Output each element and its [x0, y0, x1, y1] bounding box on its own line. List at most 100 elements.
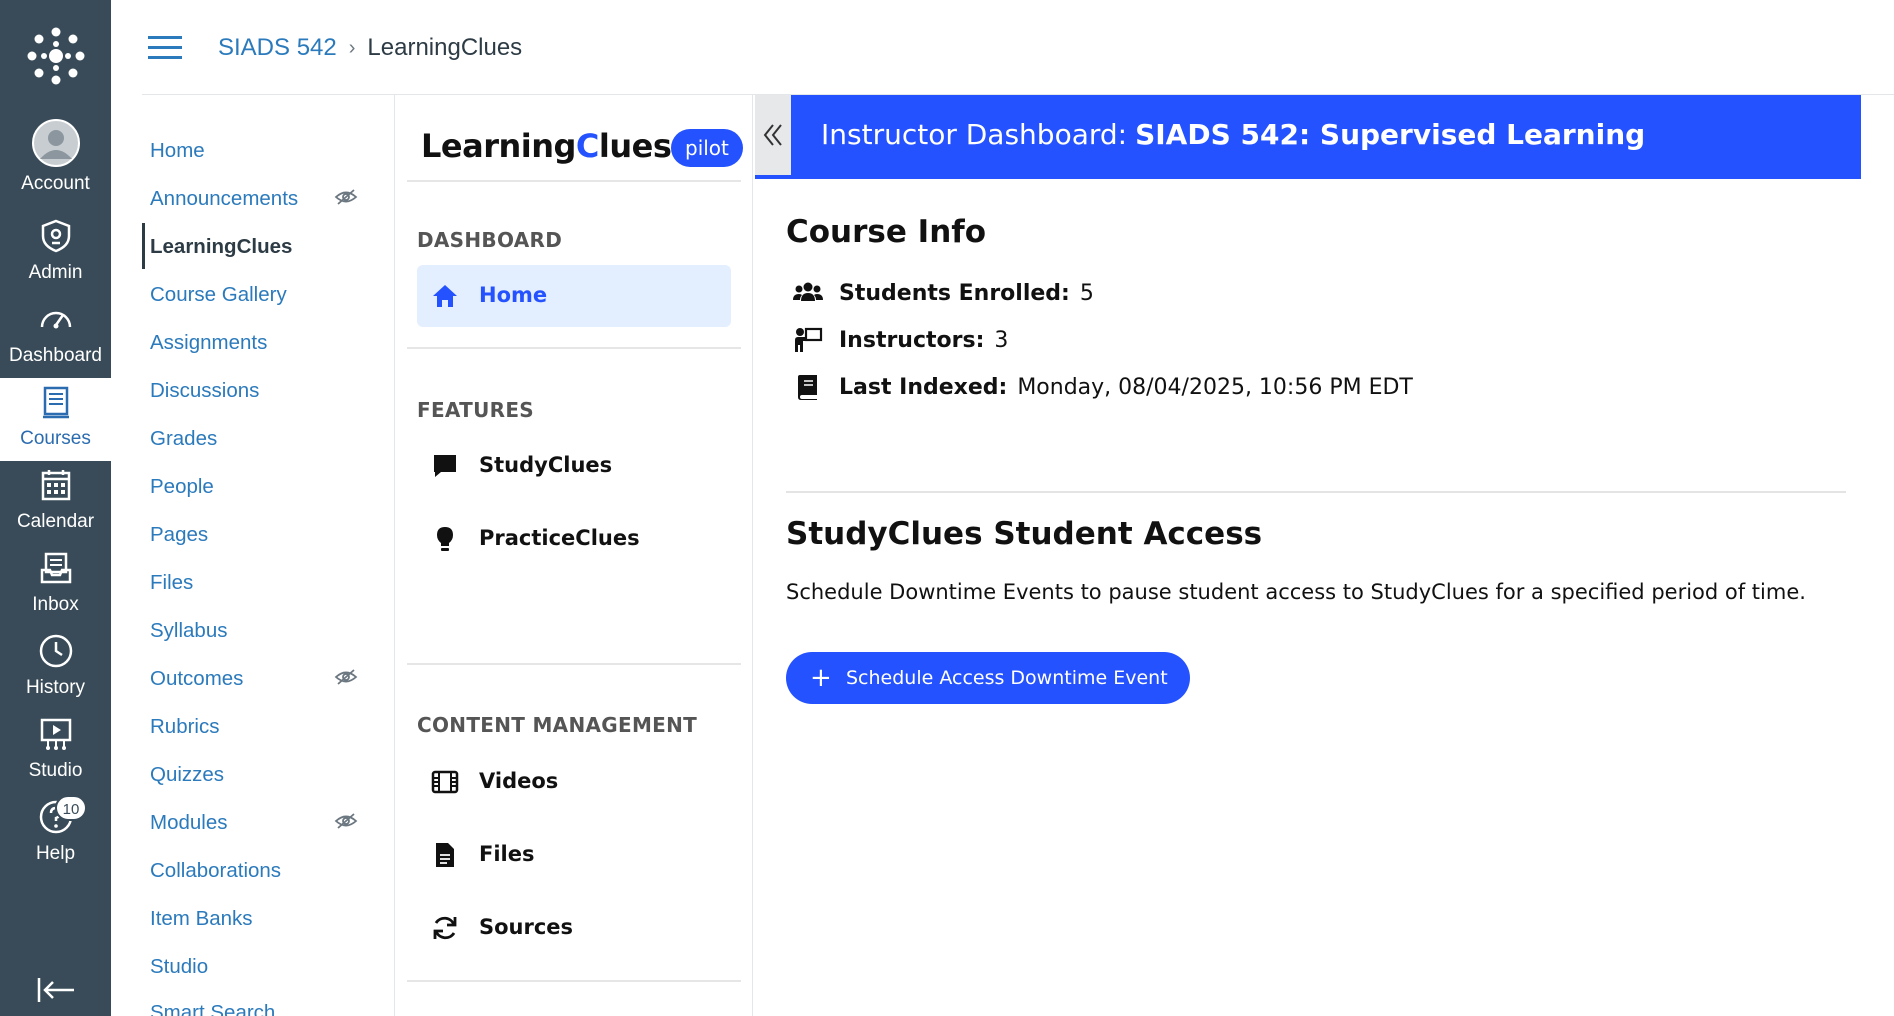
course-nav-assignments[interactable]: Assignments: [150, 331, 267, 355]
instructors-row: Instructors: 3: [793, 323, 1008, 357]
global-nav-help[interactable]: 10 Help: [0, 793, 111, 876]
global-nav-label: Calendar: [16, 511, 95, 532]
double-chevron-left-icon: [763, 124, 782, 146]
admin-shield-icon: [41, 219, 71, 253]
last-indexed-value: Monday, 08/04/2025, 10:56 PM EDT: [1017, 374, 1413, 400]
sidebar-item-files[interactable]: Files: [417, 824, 731, 886]
chalkboard-teacher-icon: [795, 327, 823, 352]
learningclues-sidebar: LearningClues pilot DASHBOARD Home FEATU…: [395, 95, 753, 1016]
hidden-eye-icon: [334, 669, 358, 685]
global-nav-dashboard[interactable]: Dashboard: [0, 295, 111, 378]
sidebar-item-studyclues[interactable]: StudyClues: [417, 435, 731, 497]
account-avatar-icon: [32, 119, 80, 167]
global-nav-label: Help: [35, 843, 76, 864]
global-nav-inbox[interactable]: Inbox: [0, 544, 111, 627]
sidebar-divider: [407, 347, 741, 349]
global-nav-label: History: [25, 677, 86, 698]
users-group-icon: [793, 282, 823, 301]
schedule-downtime-button-label: Schedule Access Downtime Event: [846, 667, 1168, 689]
global-nav-label: Courses: [20, 428, 91, 449]
course-nav-grades[interactable]: Grades: [150, 427, 217, 451]
global-nav-calendar[interactable]: Calendar: [0, 461, 111, 544]
book-icon: [798, 375, 817, 400]
section-features-heading: FEATURES: [417, 398, 534, 422]
course-nav-smart-search[interactable]: Smart Search: [150, 1001, 275, 1016]
studyclues-access-heading: StudyClues Student Access: [786, 516, 1263, 552]
learningclues-sidebar-divider: [752, 95, 753, 1016]
hidden-eye-icon: [334, 189, 358, 205]
breadcrumb: SIADS 542 › LearningClues: [218, 34, 522, 62]
course-nav: Home Announcements LearningClues Course …: [142, 95, 395, 1016]
global-nav-label: Studio: [28, 760, 83, 781]
course-nav-active-indicator: [142, 223, 145, 269]
course-nav-course-gallery[interactable]: Course Gallery: [150, 283, 287, 307]
sidebar-item-label: PracticeClues: [479, 526, 640, 550]
calendar-icon: [41, 470, 71, 501]
sidebar-divider: [407, 663, 741, 665]
section-dashboard-heading: DASHBOARD: [417, 228, 563, 252]
students-enrolled-value: 5: [1079, 280, 1094, 306]
course-nav-rubrics[interactable]: Rubrics: [150, 715, 220, 739]
sidebar-item-label: Sources: [479, 915, 574, 939]
collapse-nav-icon[interactable]: [36, 975, 76, 1005]
banner-course-name: SIADS 542: Supervised Learning: [1135, 118, 1646, 151]
instructors-label: Instructors:: [839, 327, 985, 353]
sync-arrows-icon: [433, 916, 457, 940]
course-nav-discussions[interactable]: Discussions: [150, 379, 259, 403]
course-nav-files[interactable]: Files: [150, 571, 193, 595]
global-nav-label: Account: [21, 173, 90, 194]
course-nav-announcements[interactable]: Announcements: [150, 187, 298, 211]
course-nav-item-banks[interactable]: Item Banks: [150, 907, 253, 931]
chat-bubble-icon: [434, 455, 456, 477]
global-nav-studio[interactable]: Studio: [0, 710, 111, 793]
logo-text-learning: Learning: [421, 127, 576, 165]
global-nav-account[interactable]: Account: [0, 115, 111, 198]
course-nav-studio[interactable]: Studio: [150, 955, 208, 979]
hamburger-menu-icon[interactable]: [148, 36, 182, 62]
students-enrolled-row: Students Enrolled: 5: [793, 276, 1094, 310]
history-clock-icon: [39, 634, 73, 668]
course-nav-pages[interactable]: Pages: [150, 523, 208, 547]
courses-book-icon: [43, 386, 69, 419]
course-nav-syllabus[interactable]: Syllabus: [150, 619, 228, 643]
course-nav-learningclues[interactable]: LearningClues: [150, 235, 292, 259]
students-enrolled-label: Students Enrolled:: [839, 280, 1070, 306]
hidden-eye-icon: [334, 813, 358, 829]
studyclues-access-description: Schedule Downtime Events to pause studen…: [786, 580, 1806, 604]
global-nav-courses[interactable]: Courses: [0, 378, 111, 461]
course-nav-collaborations[interactable]: Collaborations: [150, 859, 281, 883]
global-nav-admin[interactable]: Admin: [0, 212, 111, 295]
global-nav-history[interactable]: History: [0, 627, 111, 710]
banner-title: Instructor Dashboard: SIADS 542: Supervis…: [821, 118, 1645, 151]
course-nav-home[interactable]: Home: [150, 139, 205, 163]
sidebar-item-videos[interactable]: Videos: [417, 751, 731, 813]
course-nav-outcomes[interactable]: Outcomes: [150, 667, 243, 691]
help-notification-badge: 10: [55, 795, 87, 821]
sidebar-item-label: Videos: [479, 769, 559, 793]
logo-c-mark: C: [575, 127, 599, 165]
studio-icon: [40, 718, 72, 750]
pilot-badge: pilot: [671, 129, 743, 167]
logo-text-lues: lues: [598, 127, 672, 165]
sidebar-item-label: Home: [479, 283, 548, 307]
course-nav-people[interactable]: People: [150, 475, 214, 499]
course-info-heading: Course Info: [786, 214, 987, 250]
sidebar-item-label: Files: [479, 842, 535, 866]
global-nav-label: Dashboard: [9, 345, 102, 366]
course-nav-modules[interactable]: Modules: [150, 811, 228, 835]
breadcrumb-course-link[interactable]: SIADS 542: [218, 34, 337, 62]
sidebar-divider: [407, 980, 741, 982]
section-divider: [786, 491, 1846, 493]
sidebar-item-home[interactable]: Home: [417, 265, 731, 327]
collapse-sidebar-button[interactable]: [755, 95, 791, 175]
course-nav-quizzes[interactable]: Quizzes: [150, 763, 224, 787]
schedule-downtime-button[interactable]: + Schedule Access Downtime Event: [786, 652, 1190, 704]
learningclues-logo: LearningClues: [421, 127, 672, 165]
canvas-logo-icon[interactable]: [26, 26, 86, 86]
film-icon: [431, 770, 459, 794]
sidebar-item-sources[interactable]: Sources: [417, 897, 731, 959]
sidebar-item-label: StudyClues: [479, 453, 613, 477]
home-icon: [433, 285, 457, 307]
sidebar-item-practiceclues[interactable]: PracticeClues: [417, 508, 731, 570]
instructors-value: 3: [994, 327, 1009, 353]
